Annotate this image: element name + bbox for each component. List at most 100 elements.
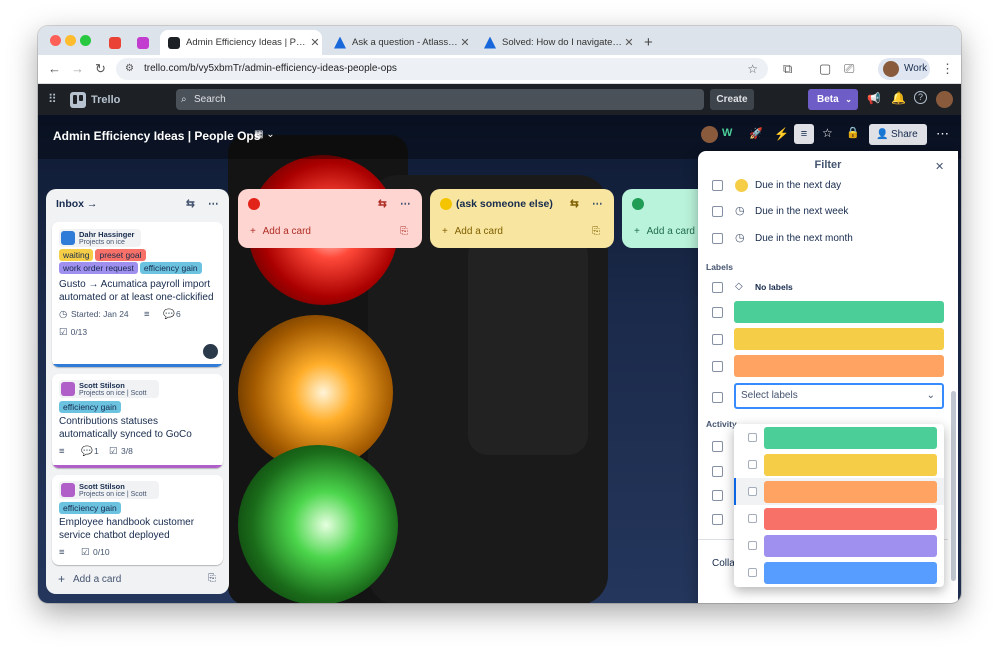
filter-due-next-month[interactable]: ◷ Due in the next month: [698, 230, 948, 248]
checkbox[interactable]: [712, 334, 723, 345]
label-efficiency-gain[interactable]: efficiency gain: [59, 502, 121, 514]
collapse-list-icon[interactable]: ⇆: [186, 198, 195, 210]
list-menu-icon[interactable]: ⋯: [592, 198, 603, 210]
label-work-order-request[interactable]: work order request: [59, 262, 138, 274]
tab-trello[interactable]: Admin Efficiency Ideas | People Ops ✕: [160, 30, 322, 55]
label-waiting[interactable]: waiting: [59, 249, 94, 261]
filter-due-next-day[interactable]: Due in the next day: [698, 179, 948, 195]
add-card-button[interactable]: + Add a card ⎘: [58, 572, 218, 588]
filter-activity-checkbox[interactable]: [712, 466, 723, 477]
filter-activity-checkbox[interactable]: [712, 514, 723, 525]
card-template-icon[interactable]: ⎘: [208, 573, 216, 584]
close-tab-icon[interactable]: ✕: [458, 36, 472, 49]
search-input[interactable]: ⌕ Search: [176, 89, 704, 110]
add-card-button[interactable]: + Add a card ⎘: [250, 226, 410, 237]
close-window-button[interactable]: [50, 35, 61, 46]
checkbox[interactable]: [712, 233, 723, 244]
bookmark-star-icon[interactable]: ☆: [747, 58, 758, 80]
filter-no-labels[interactable]: ◇ No labels: [698, 279, 948, 297]
share-button[interactable]: 👤 Share: [869, 124, 927, 145]
scrollbar[interactable]: [951, 391, 956, 581]
filter-label-yellow[interactable]: [698, 326, 948, 352]
close-tab-icon[interactable]: ✕: [308, 36, 322, 49]
tab-atlassian-question[interactable]: Ask a question - Atlassian Co... ✕: [326, 30, 472, 55]
add-card-button[interactable]: + Add a card ⎘: [442, 226, 602, 237]
checkbox[interactable]: [748, 514, 757, 523]
filter-due-next-week[interactable]: ◷ Due in the next week: [698, 203, 948, 221]
card-template-icon[interactable]: ⎘: [592, 226, 600, 237]
trello-logo[interactable]: Trello: [70, 91, 120, 108]
url-field[interactable]: ⚙ trello.com/b/vy5xbmTr/admin-efficiency…: [116, 58, 768, 80]
cast-icon[interactable]: ⎚: [844, 61, 854, 77]
checkbox[interactable]: [712, 307, 723, 318]
lock-icon[interactable]: 🔒: [846, 126, 860, 139]
app-switcher-icon[interactable]: ⠿: [48, 92, 57, 106]
collapse-list-icon[interactable]: ⇆: [570, 198, 579, 210]
site-settings-icon[interactable]: ⚙: [125, 58, 134, 80]
reload-icon[interactable]: ↻: [95, 61, 106, 77]
collapse-list-icon[interactable]: ⇆: [378, 198, 387, 210]
member-avatar[interactable]: [203, 344, 218, 359]
checkbox[interactable]: [712, 361, 723, 372]
card[interactable]: Scott Stilson Projects on ice | Scott ef…: [52, 374, 223, 468]
checkbox[interactable]: [712, 282, 723, 293]
pinned-tab-gmail[interactable]: [104, 30, 126, 55]
filter-icon[interactable]: ≡: [794, 124, 814, 144]
filter-label-orange[interactable]: [698, 353, 948, 379]
checkbox[interactable]: [712, 392, 723, 403]
zoom-window-button[interactable]: [80, 35, 91, 46]
dropdown-option-orange[interactable]: [734, 478, 944, 505]
board-view-icon[interactable]: ▦ ⌄: [254, 129, 275, 140]
extensions-icon[interactable]: ⧉: [783, 61, 792, 77]
member-avatar[interactable]: [701, 126, 718, 143]
add-card-button[interactable]: + Add a card: [634, 226, 695, 237]
checkbox[interactable]: [712, 206, 723, 217]
checkbox[interactable]: [748, 487, 757, 496]
notifications-icon[interactable]: 🔔: [891, 91, 906, 105]
list-header[interactable]: ⇆ ⋯: [238, 189, 422, 219]
label-efficiency-gain[interactable]: efficiency gain: [59, 401, 121, 413]
list-header[interactable]: Inbox → ⇆ ⋯: [46, 189, 229, 219]
new-tab-button[interactable]: +: [644, 30, 664, 55]
account-avatar[interactable]: [936, 91, 953, 108]
label-preset-goal[interactable]: preset goal: [95, 249, 146, 261]
list-menu-icon[interactable]: ⋯: [400, 198, 411, 210]
checkbox[interactable]: [748, 541, 757, 550]
list-menu-icon[interactable]: ⋯: [208, 198, 219, 210]
checkbox[interactable]: [712, 180, 723, 191]
card[interactable]: Dahr Hassinger Projects on ice waiting pr…: [52, 222, 223, 367]
label-efficiency-gain[interactable]: efficiency gain: [139, 262, 202, 274]
card[interactable]: Scott Stilson Projects on ice | Scott ef…: [52, 475, 223, 565]
create-button[interactable]: Create: [710, 89, 754, 110]
beta-button[interactable]: Beta ⌄: [808, 89, 858, 110]
card-template-icon[interactable]: ⎘: [400, 226, 408, 237]
dropdown-option-purple[interactable]: [734, 532, 944, 559]
screenshot-icon[interactable]: ▢: [819, 61, 831, 77]
select-labels-input[interactable]: Select labels ⌄: [734, 383, 944, 409]
back-icon[interactable]: ←: [48, 61, 61, 76]
browser-menu-icon[interactable]: ⋮: [941, 61, 954, 77]
help-icon[interactable]: ?: [914, 91, 927, 104]
powerup-icon[interactable]: W: [722, 127, 732, 139]
board-menu-icon[interactable]: ⋯: [936, 126, 949, 142]
star-icon[interactable]: ☆: [822, 126, 833, 140]
checkbox[interactable]: [748, 433, 757, 442]
dropdown-option-yellow[interactable]: [734, 451, 944, 478]
megaphone-icon[interactable]: 📢: [867, 92, 881, 105]
checkbox[interactable]: [748, 460, 757, 469]
minimize-window-button[interactable]: [65, 35, 76, 46]
pinned-tab-app[interactable]: [132, 30, 154, 55]
close-tab-icon[interactable]: ✕: [622, 36, 636, 49]
list-header[interactable]: (ask someone else) ⇆ ⋯: [430, 189, 614, 219]
automation-icon[interactable]: ⚡: [774, 127, 789, 141]
board-title[interactable]: Admin Efficiency Ideas | People Ops: [53, 129, 260, 143]
dropdown-option-green[interactable]: [734, 424, 944, 451]
filter-activity-checkbox[interactable]: [712, 490, 723, 501]
forward-icon[interactable]: →: [71, 61, 84, 76]
filter-label-green[interactable]: [698, 299, 948, 325]
checkbox[interactable]: [748, 568, 757, 577]
close-icon[interactable]: ✕: [935, 160, 944, 173]
filter-activity-checkbox[interactable]: [712, 441, 723, 452]
rocket-icon[interactable]: 🚀: [749, 127, 763, 140]
profile-button[interactable]: Work: [878, 58, 930, 80]
